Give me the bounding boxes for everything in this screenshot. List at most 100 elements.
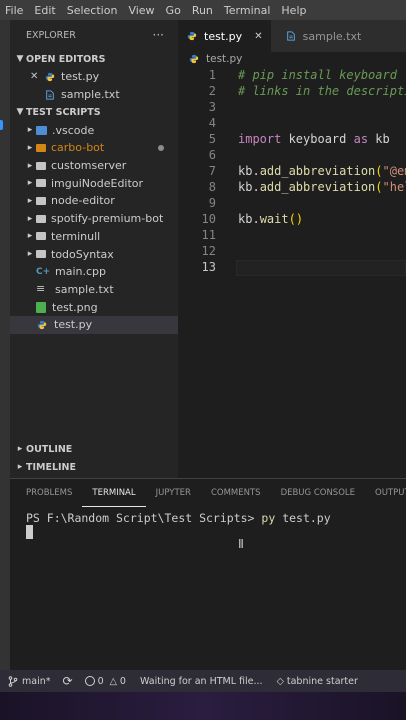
outline-section[interactable]: ▸ OUTLINE [10, 440, 178, 458]
menu-terminal[interactable]: Terminal [219, 4, 277, 17]
tree-item-label: test.png [52, 300, 98, 314]
function-name: add_abbreviation [259, 164, 376, 178]
branch-indicator[interactable]: main* [8, 676, 51, 687]
line-number: 2 [208, 84, 216, 98]
breadcrumb: test.py [178, 52, 406, 66]
tab-test-py[interactable]: test.py ✕ [178, 20, 271, 52]
chevron-right-icon: ▸ [27, 231, 33, 242]
problems-indicator[interactable]: 0 △ 0 [84, 675, 126, 687]
module-name: keyboard [281, 132, 354, 146]
chevron-down-icon: ▼ [16, 107, 24, 118]
menu-help[interactable]: Help [276, 4, 312, 17]
line-number: 7 [208, 164, 216, 178]
line-number: 1 [208, 68, 216, 82]
tree-item-customserver[interactable]: ▸ customserver [10, 157, 178, 175]
chevron-right-icon: ▸ [27, 213, 33, 224]
branch-name: main* [22, 675, 51, 687]
taskbar-strip [0, 692, 406, 720]
folder-icon [36, 250, 46, 259]
menu-view[interactable]: View [123, 4, 160, 17]
tab-jupyter[interactable]: JUPYTER [146, 479, 201, 507]
open-editors-section[interactable]: ▼ OPEN EDITORS [10, 50, 178, 68]
terminal-cursor [26, 525, 33, 539]
tree-item-label: customserver [51, 159, 127, 173]
tree-item-node-editor[interactable]: ▸ node-editor [10, 192, 178, 210]
panel-tabs: PROBLEMS TERMINAL JUPYTER COMMENTS DEBUG… [10, 479, 406, 507]
tree-item-todosyntax[interactable]: ▸ todoSyntax [10, 245, 178, 263]
cpp-icon: C+ [36, 266, 51, 277]
code-line-10: kb.wait() [238, 212, 303, 226]
python-icon [187, 31, 197, 41]
function-name: wait [259, 212, 289, 226]
tab-terminal[interactable]: TERMINAL [82, 479, 146, 507]
menu-run[interactable]: Run [187, 4, 219, 17]
tree-item-label: todoSyntax [51, 247, 114, 261]
sync-icon[interactable]: ⟳ [63, 674, 73, 688]
file-icon [46, 89, 54, 100]
tab-output[interactable]: OUTPUT [365, 479, 406, 507]
menu-edit[interactable]: Edit [29, 4, 61, 17]
image-file-icon [36, 301, 46, 313]
activity-indicator [0, 120, 3, 130]
tree-item-label: .vscode [52, 123, 95, 137]
keyword-import: import [238, 132, 282, 146]
code-line-8: kb.add_abbreviation("hello" [238, 180, 406, 194]
terminal-prompt: PS F:\Random Script\Test Scripts> [26, 511, 262, 525]
tree-item-label: test.py [54, 318, 93, 332]
status-bar: main* ⟳ 0 △ 0 Waiting for an HTML file..… [0, 670, 406, 692]
tree-item-terminull[interactable]: ▸ terminull [10, 228, 178, 246]
close-icon[interactable]: ✕ [30, 71, 44, 82]
error-count: 0 [97, 675, 104, 687]
current-line-highlight [236, 260, 406, 276]
tab-problems[interactable]: PROBLEMS [16, 479, 82, 507]
line-number: 10 [201, 212, 216, 226]
code-editor[interactable]: 1 2 3 4 5 6 7 8 9 10 11 12 13 # pip inst… [178, 66, 406, 476]
tabnine-indicator[interactable]: ◇ tabnine starter [277, 676, 358, 687]
tab-comments[interactable]: COMMENTS [201, 479, 271, 507]
line-number: 5 [208, 132, 216, 146]
tree-item-label: imguiNodeEditor [51, 176, 144, 190]
tree-item-main-cpp[interactable]: C+ main.cpp [10, 263, 178, 281]
menu-file[interactable]: File [0, 4, 29, 17]
open-editor-test-py[interactable]: ✕ test.py [10, 68, 178, 86]
tree-item-sample-txt[interactable]: ≡ sample.txt [10, 281, 178, 299]
modified-dot-icon [158, 144, 164, 151]
menu-go[interactable]: Go [161, 4, 187, 17]
chevron-right-icon: ▸ [27, 125, 33, 136]
chevron-right-icon: ▸ [27, 160, 33, 171]
tree-item-test-py[interactable]: test.py [10, 315, 178, 334]
tabnine-icon: ◇ [276, 675, 284, 687]
folder-label: TEST SCRIPTS [26, 106, 101, 118]
git-branch-icon [8, 675, 18, 687]
code-line-1: # pip install keyboard [238, 68, 397, 82]
folder-icon [36, 196, 46, 205]
bottom-panel: PROBLEMS TERMINAL JUPYTER COMMENTS DEBUG… [10, 478, 406, 671]
tree-item-vscode[interactable]: ▸ .vscode [10, 121, 178, 139]
timeline-section[interactable]: ▸ TIMELINE [10, 458, 178, 476]
python-icon [45, 72, 55, 82]
test-scripts-section[interactable]: ▼ TEST SCRIPTS [10, 103, 178, 121]
paren: () [288, 212, 304, 226]
code-line-5: import keyboard as kb [238, 132, 390, 146]
object-name: kb. [238, 212, 260, 226]
timeline-label: TIMELINE [26, 461, 76, 473]
tree-item-label: terminull [51, 229, 101, 243]
terminal-line[interactable]: PS F:\Random Script\Test Scripts> py tes… [26, 511, 331, 525]
chevron-right-icon: ▸ [27, 142, 33, 153]
chevron-right-icon: ▸ [17, 444, 23, 454]
tab-debug-console[interactable]: DEBUG CONSOLE [271, 479, 365, 507]
tree-item-carbo-bot[interactable]: ▸ carbo-bot [10, 139, 178, 157]
string-literal: "hello" [382, 180, 406, 194]
tree-item-imguinodeeditor[interactable]: ▸ imguiNodeEditor [10, 174, 178, 192]
error-icon [84, 676, 95, 686]
more-actions-icon[interactable]: ··· [153, 28, 164, 42]
breadcrumb-file[interactable]: test.py [206, 53, 242, 65]
line-number: 4 [208, 116, 216, 130]
close-tab-icon[interactable]: ✕ [254, 31, 262, 42]
menu-selection[interactable]: Selection [62, 4, 124, 17]
activity-bar [0, 20, 10, 670]
open-editor-sample-txt[interactable]: sample.txt [10, 86, 178, 104]
tree-item-spotify-premium-bot[interactable]: ▸ spotify-premium-bot [10, 210, 178, 228]
tree-item-test-png[interactable]: test.png [10, 298, 178, 316]
tab-sample-txt[interactable]: sample.txt [270, 20, 406, 52]
